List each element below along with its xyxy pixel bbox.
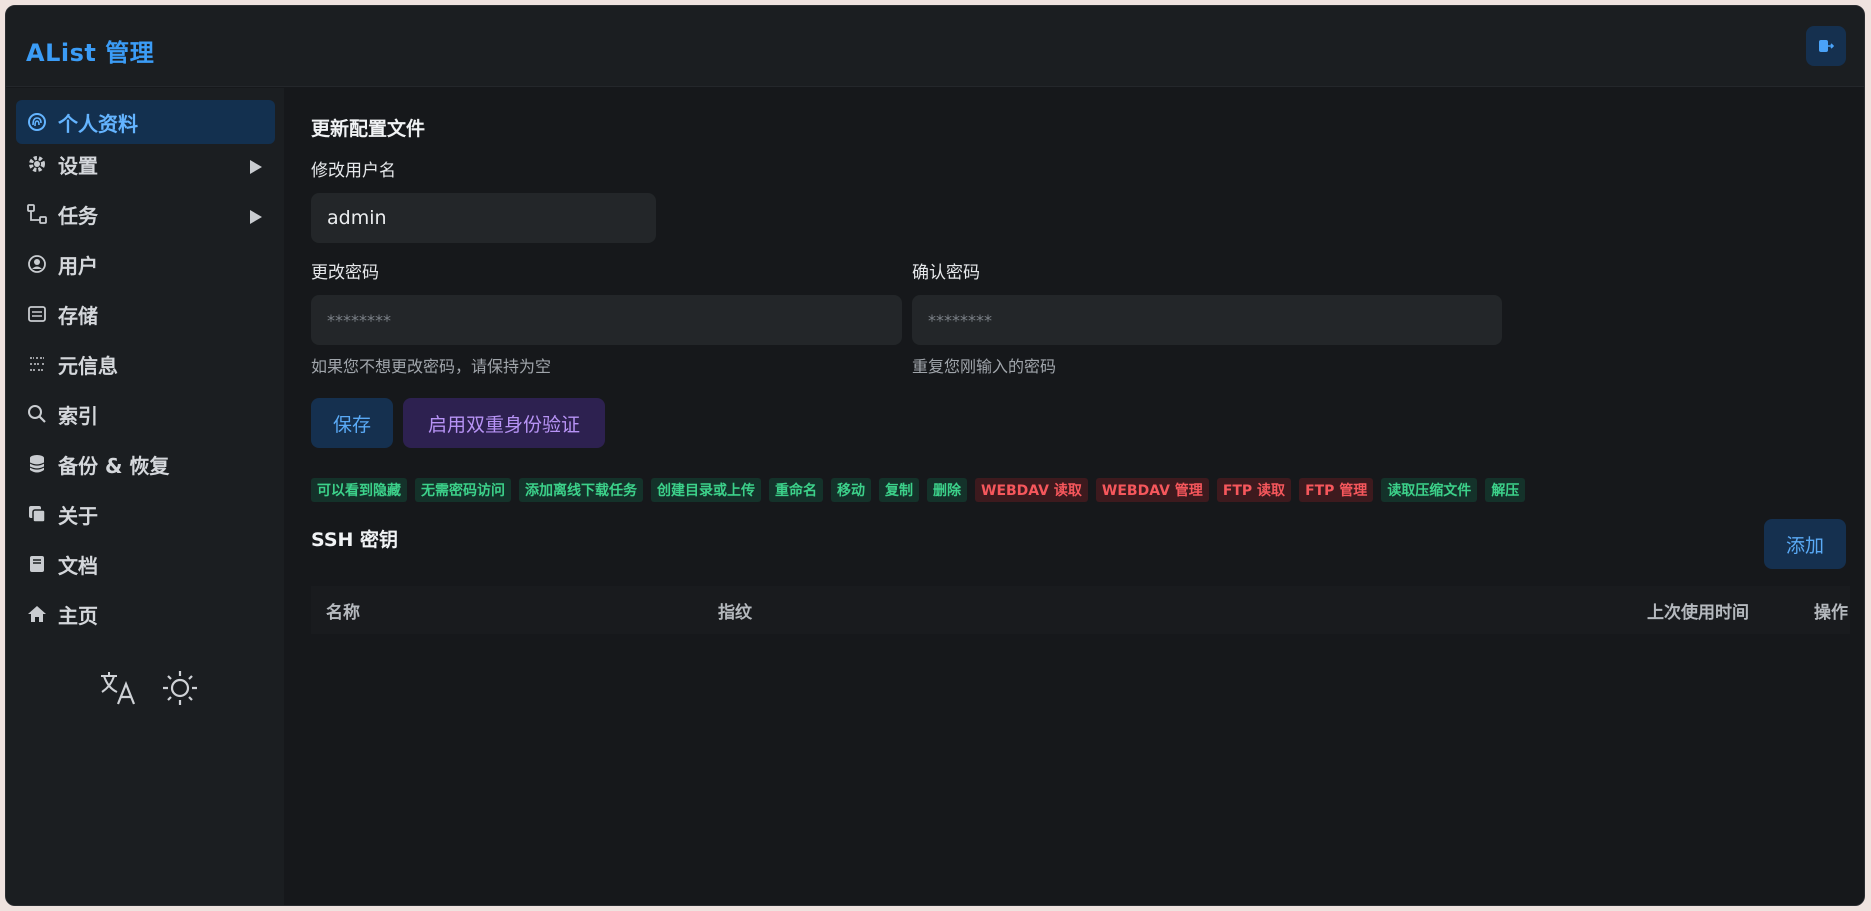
database-icon bbox=[26, 453, 48, 475]
permission-badge: 可以看到隐藏 bbox=[311, 478, 407, 502]
permission-badge: 复制 bbox=[879, 478, 919, 502]
top-header: AList 管理 bbox=[6, 6, 1864, 87]
sidebar-item-label: 任务 bbox=[58, 203, 98, 228]
sidebar-item-backup[interactable]: 备份 & 恢复 bbox=[16, 442, 275, 486]
sidebar-item-meta[interactable]: 元信息 bbox=[16, 342, 275, 386]
storage-icon bbox=[26, 303, 48, 325]
sidebar-item-label: 个人资料 bbox=[58, 111, 138, 136]
sidebar-bottom-tools bbox=[98, 668, 200, 712]
enable-2fa-button[interactable]: 启用双重身份验证 bbox=[403, 398, 605, 448]
permission-badge: 添加离线下载任务 bbox=[519, 478, 643, 502]
user-icon bbox=[26, 253, 48, 275]
permission-badge: FTP 管理 bbox=[1299, 478, 1374, 502]
sidebar-item-profile[interactable]: 个人资料 bbox=[16, 100, 275, 144]
sidebar-item-label: 元信息 bbox=[58, 353, 118, 378]
username-input[interactable] bbox=[311, 193, 656, 243]
save-button[interactable]: 保存 bbox=[311, 398, 393, 448]
sidebar-item-home[interactable]: 主页 bbox=[16, 592, 275, 636]
meta-icon bbox=[26, 353, 48, 375]
permission-badge: 重命名 bbox=[769, 478, 823, 502]
main-content: 更新配置文件 修改用户名 更改密码 如果您不想更改密码，请保持为空 确认密码 重… bbox=[284, 88, 1864, 905]
permission-badge: FTP 读取 bbox=[1216, 478, 1292, 502]
sidebar-item-label: 设置 bbox=[58, 153, 98, 178]
logout-button[interactable] bbox=[1806, 26, 1846, 66]
username-label: 修改用户名 bbox=[311, 161, 396, 181]
book-icon bbox=[26, 553, 48, 575]
confirm-password-input[interactable] bbox=[912, 295, 1502, 345]
permission-badge: 移动 bbox=[831, 478, 871, 502]
sidebar-item-about[interactable]: 关于 bbox=[16, 492, 275, 536]
column-header-last-used: 上次使用时间 bbox=[1647, 602, 1749, 623]
column-header-name: 名称 bbox=[326, 602, 360, 623]
sidebar-item-settings[interactable]: 设置 bbox=[16, 142, 275, 186]
sidebar-item-label: 存储 bbox=[58, 303, 98, 328]
sidebar-item-docs[interactable]: 文档 bbox=[16, 542, 275, 586]
logout-icon bbox=[1819, 40, 1834, 52]
ssh-keys-table-header: 名称 指纹 上次使用时间 操作 bbox=[311, 586, 1850, 634]
gear-icon bbox=[26, 153, 48, 175]
password-hint: 如果您不想更改密码，请保持为空 bbox=[311, 357, 552, 376]
sidebar-item-users[interactable]: 用户 bbox=[16, 242, 275, 286]
permission-badge: 读取压缩文件 bbox=[1381, 478, 1478, 502]
app-window: AList 管理 个人资料 设置 任务 用户 存储 元信息 索引 备份 & 恢复… bbox=[5, 5, 1865, 906]
permission-badges: 可以看到隐藏 无需密码访问 添加离线下载任务 创建目录或上传 重命名 移动 复制… bbox=[311, 478, 1526, 502]
confirm-password-hint: 重复您刚输入的密码 bbox=[912, 357, 1057, 376]
sidebar-item-index[interactable]: 索引 bbox=[16, 392, 275, 436]
home-icon bbox=[26, 603, 48, 625]
app-logo[interactable]: AList 管理 bbox=[26, 33, 154, 68]
copy-icon bbox=[26, 503, 48, 525]
confirm-password-label: 确认密码 bbox=[912, 263, 980, 283]
search-icon bbox=[26, 403, 48, 425]
sidebar-item-label: 关于 bbox=[58, 503, 98, 528]
permission-badge: 无需密码访问 bbox=[415, 478, 511, 502]
sun-icon[interactable] bbox=[160, 668, 200, 712]
column-header-actions: 操作 bbox=[1814, 602, 1848, 623]
sidebar-item-tasks[interactable]: 任务 bbox=[16, 192, 275, 236]
sidebar-item-label: 索引 bbox=[58, 403, 98, 428]
sidebar-item-storage[interactable]: 存储 bbox=[16, 292, 275, 336]
password-label: 更改密码 bbox=[311, 263, 379, 283]
workflow-icon bbox=[26, 203, 48, 225]
password-input[interactable] bbox=[311, 295, 902, 345]
sidebar-item-label: 备份 & 恢复 bbox=[58, 453, 170, 478]
fingerprint-icon bbox=[26, 111, 48, 133]
expand-arrow-icon bbox=[249, 156, 263, 180]
expand-arrow-icon bbox=[249, 206, 263, 230]
sidebar-item-label: 文档 bbox=[58, 553, 98, 578]
sidebar-item-label: 用户 bbox=[58, 253, 98, 278]
add-ssh-key-button[interactable]: 添加 bbox=[1764, 519, 1846, 569]
ssh-keys-title: SSH 密钥 bbox=[311, 529, 399, 551]
sidebar: 个人资料 设置 任务 用户 存储 元信息 索引 备份 & 恢复 关于 文档 主页 bbox=[6, 88, 284, 905]
section-title-profile: 更新配置文件 bbox=[311, 118, 426, 140]
column-header-fingerprint: 指纹 bbox=[718, 602, 752, 623]
permission-badge: 解压 bbox=[1485, 478, 1526, 502]
translate-icon[interactable] bbox=[98, 668, 138, 712]
sidebar-item-label: 主页 bbox=[58, 603, 98, 628]
permission-badge: WEBDAV 读取 bbox=[975, 478, 1088, 502]
permission-badge: 创建目录或上传 bbox=[651, 478, 761, 502]
permission-badge: 删除 bbox=[927, 478, 967, 502]
permission-badge: WEBDAV 管理 bbox=[1095, 478, 1209, 502]
